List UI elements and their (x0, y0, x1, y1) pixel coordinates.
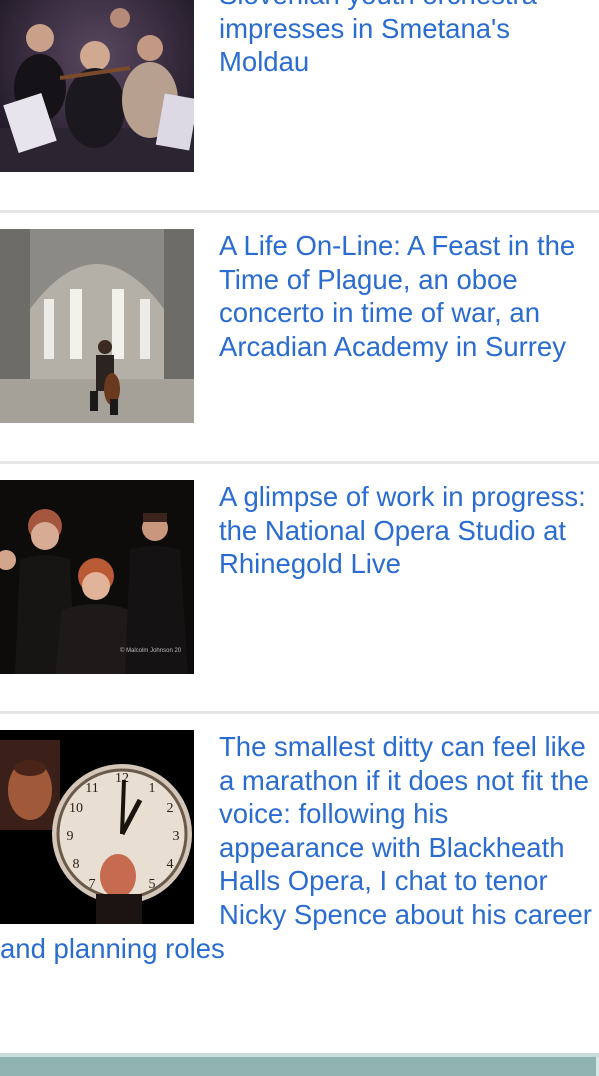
cellist-ruined-church-photo (0, 229, 194, 423)
article-item: A Life On-Line: A Feast in the Time of P… (0, 229, 599, 423)
article-item: 12 3 6 9 1 2 4 5 7 8 10 11 (0, 730, 599, 1000)
article-thumbnail[interactable]: © Malcolm Johnson 20 (0, 480, 194, 674)
article-list: Slovenian youth orchestra impresses in S… (0, 0, 599, 1076)
photo-credit: © Malcolm Johnson 20 (120, 647, 182, 654)
divider (0, 711, 599, 714)
orchestra-photo (0, 0, 194, 172)
article-thumbnail[interactable] (0, 229, 194, 423)
singers-photo: © Malcolm Johnson 20 (0, 480, 194, 674)
article-item: Slovenian youth orchestra impresses in S… (0, 0, 599, 172)
article-title-link[interactable]: A glimpse of work in progress: the Natio… (219, 480, 599, 581)
divider (0, 210, 599, 213)
article-title-link[interactable]: Slovenian youth orchestra impresses in S… (219, 0, 599, 79)
divider (0, 461, 599, 464)
article-item: © Malcolm Johnson 20 A glimpse of work i… (0, 480, 599, 674)
article-title-link[interactable]: A Life On-Line: A Feast in the Time of P… (219, 229, 599, 363)
article-thumbnail[interactable] (0, 0, 194, 172)
footer-bar (0, 1053, 599, 1076)
